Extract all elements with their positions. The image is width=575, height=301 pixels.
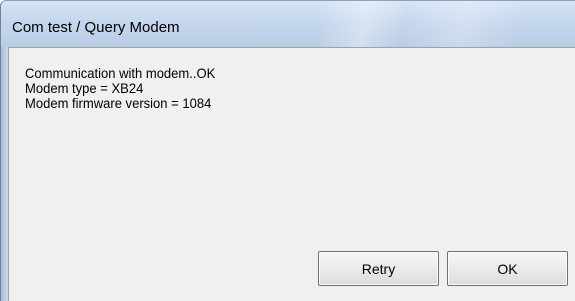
message-line-communication: Communication with modem..OK <box>25 65 216 81</box>
message-line-modem-type: Modem type = XB24 <box>25 80 144 96</box>
retry-button[interactable]: Retry <box>318 251 439 286</box>
window-title: Com test / Query Modem <box>12 19 180 36</box>
title-bar[interactable]: Com test / Query Modem <box>0 0 575 47</box>
ok-button[interactable]: OK <box>447 251 568 286</box>
status-message: Communication with modem..OK Modem type … <box>25 66 230 111</box>
message-line-firmware-version: Modem firmware version = 1084 <box>25 95 212 111</box>
dialog-window: Com test / Query Modem Communication wit… <box>0 0 575 301</box>
window-frame-left <box>0 47 8 301</box>
